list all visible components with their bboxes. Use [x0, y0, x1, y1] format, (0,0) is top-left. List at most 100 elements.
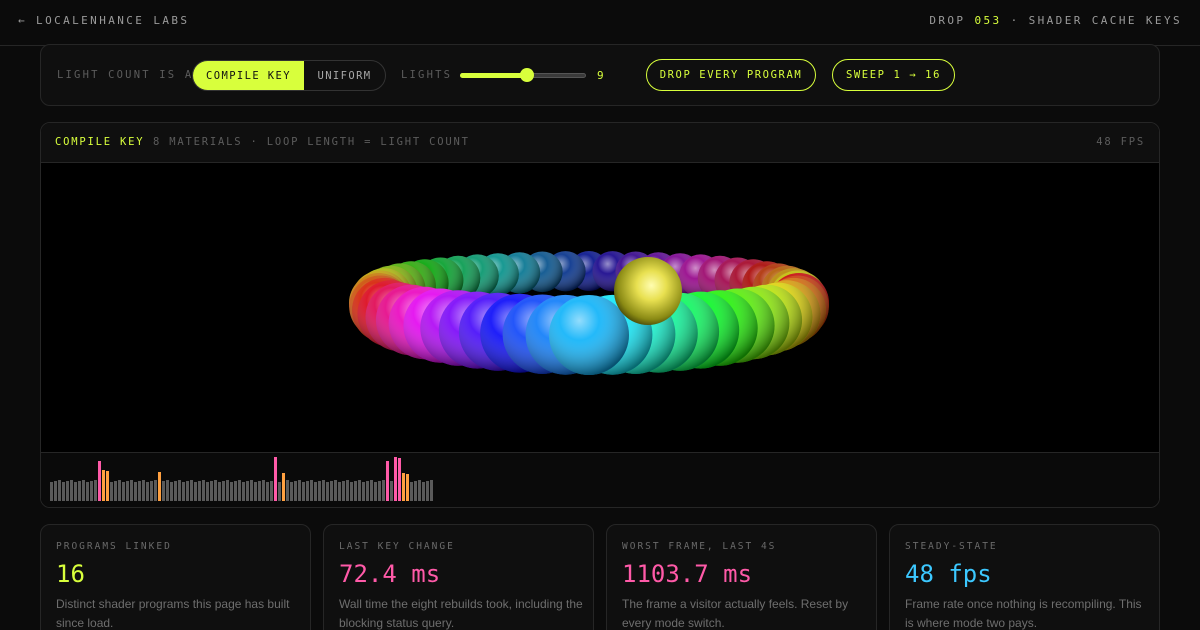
frame-bar — [266, 482, 269, 501]
frame-bar — [86, 482, 89, 501]
frame-time-bars — [50, 457, 433, 501]
frame-bar — [330, 481, 333, 501]
frame-bar — [298, 480, 301, 501]
frame-bar — [198, 481, 201, 501]
frame-bar — [62, 482, 65, 501]
frame-bar — [406, 474, 409, 501]
frame-bar — [346, 480, 349, 501]
frame-bar — [422, 482, 425, 501]
frame-bar — [222, 481, 225, 501]
frame-bar — [146, 482, 149, 501]
frame-bar — [182, 482, 185, 501]
stat-value: 16 — [56, 560, 85, 588]
frame-bar — [210, 481, 213, 501]
frame-bar — [382, 480, 385, 501]
frame-bar — [302, 482, 305, 501]
viewport-description: 8 MATERIALS · LOOP LENGTH = LIGHT COUNT — [153, 136, 470, 148]
frame-bar — [66, 481, 69, 501]
frame-bar — [366, 481, 369, 501]
frame-bar — [342, 481, 345, 501]
frame-bar — [186, 481, 189, 501]
frame-bar — [398, 458, 401, 501]
frame-bar — [134, 482, 137, 501]
stat-value: 72.4 ms — [339, 560, 441, 588]
stat-label: LAST KEY CHANGE — [339, 541, 455, 552]
frame-bar — [326, 482, 329, 501]
frame-bar — [102, 470, 105, 501]
frame-bar — [402, 473, 405, 501]
frame-bar — [314, 482, 317, 501]
frame-bar — [226, 480, 229, 501]
frame-bar — [122, 482, 125, 501]
frame-bar — [234, 481, 237, 501]
frame-bar — [242, 482, 245, 501]
frame-bar — [430, 480, 433, 501]
frame-bar — [118, 480, 121, 501]
mode-uniform-button[interactable]: UNIFORM — [304, 61, 385, 90]
frame-bar — [354, 481, 357, 501]
frame-bar — [362, 482, 365, 501]
frame-bar — [394, 457, 397, 501]
frame-bar — [170, 482, 173, 501]
frame-bar — [58, 480, 61, 501]
frame-bar — [410, 482, 413, 501]
frame-bar — [98, 461, 101, 501]
back-link[interactable]: ← LOCALENHANCE LABS — [18, 14, 189, 27]
frame-bar — [286, 480, 289, 501]
frame-bar — [138, 481, 141, 501]
frame-bar — [78, 481, 81, 501]
stat-label: PROGRAMS LINKED — [56, 541, 172, 552]
frame-bar — [358, 480, 361, 501]
frame-bar — [178, 480, 181, 501]
frame-bar — [250, 480, 253, 501]
frame-bar — [414, 481, 417, 501]
stat-note: Distinct shader programs this page has b… — [56, 597, 290, 630]
lights-slider[interactable] — [460, 68, 586, 82]
frame-time-histogram — [41, 452, 1159, 507]
drop-every-program-button[interactable]: DROP EVERY PROGRAM — [646, 59, 816, 91]
frame-bar — [150, 481, 153, 501]
frame-bar — [126, 481, 129, 501]
frame-bar — [214, 480, 217, 501]
frame-bar — [290, 482, 293, 501]
frame-bar — [258, 481, 261, 501]
frame-bar — [90, 481, 93, 501]
frame-bar — [370, 480, 373, 501]
frame-bar — [350, 482, 353, 501]
stat-label: WORST FRAME, LAST 4S — [622, 541, 777, 552]
lights-slider-thumb[interactable] — [520, 68, 535, 82]
frame-bar — [114, 481, 117, 501]
drop-suffix: · SHADER CACHE KEYS — [1010, 14, 1182, 27]
stat-value: 48 fps — [905, 560, 992, 588]
frame-bar — [338, 482, 341, 501]
control-panel: LIGHT COUNT IS A COMPILE KEY UNIFORM LIG… — [40, 44, 1160, 106]
frame-bar — [246, 481, 249, 501]
frame-bar — [206, 482, 209, 501]
mode-compile-key-button[interactable]: COMPILE KEY — [193, 61, 304, 90]
frame-bar — [322, 480, 325, 501]
frame-bar — [106, 471, 109, 501]
mode-toggle: COMPILE KEY UNIFORM — [192, 60, 386, 91]
stat-card-last-key-change: LAST KEY CHANGE 72.4 ms Wall time the ei… — [323, 524, 594, 630]
frame-bar — [158, 472, 161, 501]
sphere-scene-canvas — [349, 251, 829, 375]
frame-bar — [294, 481, 297, 501]
frame-bar — [426, 481, 429, 501]
lights-slider-fill — [460, 73, 528, 78]
frame-bar — [82, 480, 85, 501]
sphere-scene[interactable] — [41, 163, 1159, 452]
frame-bar — [378, 481, 381, 501]
frame-bar — [190, 480, 193, 501]
frame-bar — [202, 480, 205, 501]
frame-bar — [218, 482, 221, 501]
sweep-button[interactable]: SWEEP 1 → 16 — [832, 59, 955, 91]
lights-label: LIGHTS — [401, 69, 453, 81]
drop-title: DROP 053 · SHADER CACHE KEYS — [929, 14, 1182, 27]
frame-bar — [194, 482, 197, 501]
frame-bar — [306, 481, 309, 501]
frame-bar — [230, 482, 233, 501]
stat-note: Wall time the eight rebuilds took, inclu… — [339, 597, 583, 630]
frame-bar — [282, 473, 285, 501]
stat-note: Frame rate once nothing is recompiling. … — [905, 597, 1142, 630]
frame-bar — [374, 482, 377, 501]
